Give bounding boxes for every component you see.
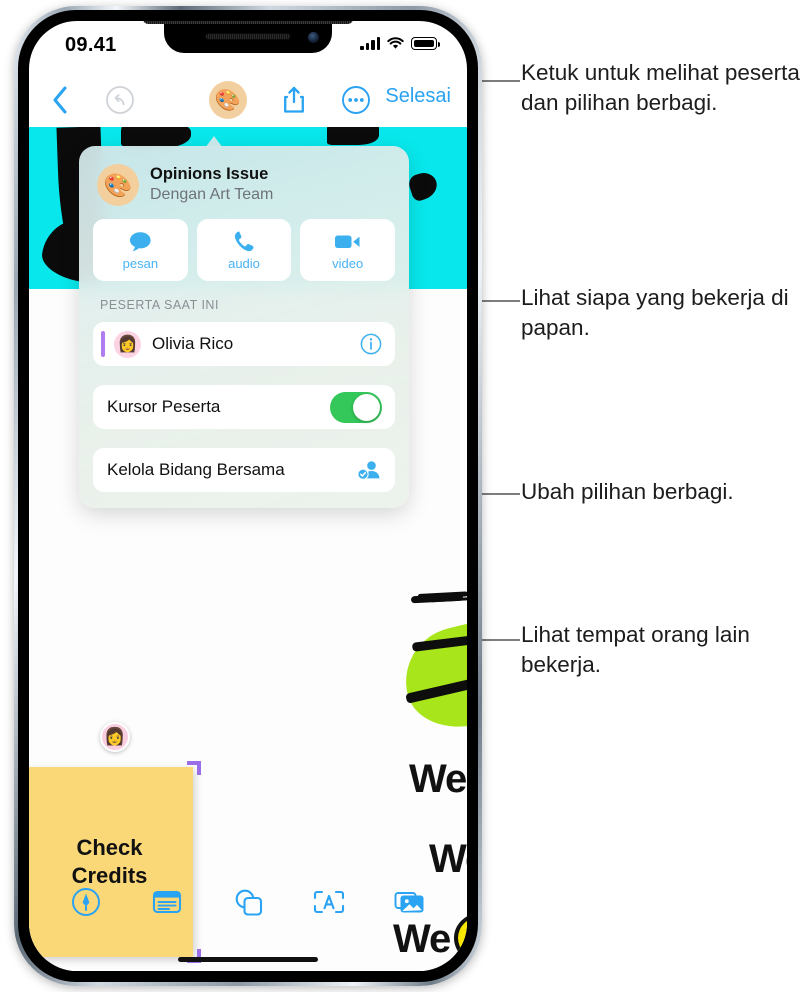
callout-text-1: Ketuk untuk melihat peserta dan pilihan … [521, 60, 800, 115]
phone-bezel: 09.41 🎨 Selesai We W We 👩 Check Credits … [18, 10, 478, 982]
front-camera-icon [308, 32, 319, 43]
ink-scribble [410, 593, 464, 604]
callout-text-3: Ubah pilihan berbagi. [521, 479, 734, 504]
whiteboard-canvas[interactable]: We We We 👩 Check Credits [29, 127, 467, 971]
status-indicators [360, 37, 441, 50]
wifi-icon [387, 37, 404, 49]
video-action-label: video [332, 256, 364, 271]
done-button[interactable]: Selesai [385, 85, 451, 108]
participant-cursors-label: Kursor Peserta [107, 397, 221, 416]
cellular-bars-icon [360, 37, 380, 50]
battery-full-icon [411, 37, 441, 50]
message-action-button[interactable]: pesan [93, 219, 188, 281]
shapes-tool[interactable] [228, 882, 268, 922]
artist-palette-avatar: 🎨 [214, 88, 242, 112]
popover-titles: Opinions Issue Dengan Art Team [150, 165, 273, 206]
selection-handle-top-right[interactable] [187, 761, 201, 775]
participant-avatar: 👩 [114, 330, 141, 358]
drawing-tools-toolbar [29, 875, 467, 929]
markup-pen-tool[interactable] [66, 882, 106, 922]
phone-screen: 09.41 🎨 Selesai We W We 👩 Check Credits … [29, 21, 467, 971]
back-button[interactable] [43, 83, 77, 117]
manage-shared-board-row[interactable]: Kelola Bidang Bersama [93, 448, 395, 492]
person-badge-check-icon[interactable] [356, 459, 382, 481]
artist-palette-avatar: 🎨 [103, 171, 133, 198]
memoji-avatar: 👩 [117, 336, 138, 353]
participant-row[interactable]: 👩 Olivia Rico [93, 322, 395, 366]
popover-header: 🎨 Opinions Issue Dengan Art Team [93, 160, 395, 206]
popover-avatar: 🎨 [97, 164, 139, 206]
green-highlighter-blob [394, 615, 467, 739]
more-options-button[interactable] [339, 83, 373, 117]
phone-device-frame: 09.41 🎨 Selesai We W We 👩 Check Credits … [14, 6, 482, 986]
message-bubble-icon [128, 229, 153, 253]
home-indicator[interactable] [178, 957, 318, 962]
participant-name: Olivia Rico [152, 334, 234, 353]
undo-button[interactable] [104, 84, 136, 116]
popover-action-row: pesan audio video [93, 219, 396, 281]
black-brush-stroke [327, 127, 379, 145]
popover-title: Opinions Issue [150, 164, 269, 183]
media-tool[interactable] [390, 882, 430, 922]
callout-text-4: Lihat tempat orang lain bekerja. [521, 622, 750, 677]
earpiece-grille-top [143, 21, 353, 24]
audio-action-button[interactable]: audio [196, 219, 292, 281]
status-time: 09.41 [65, 34, 117, 56]
popover-subtitle: Dengan Art Team [150, 186, 274, 204]
video-camera-icon [334, 229, 361, 253]
participant-cursors-toggle[interactable] [330, 391, 382, 423]
speaker-grille [205, 33, 291, 40]
audio-action-label: audio [228, 256, 260, 271]
phone-handset-icon [233, 229, 255, 253]
manage-shared-board-label: Kelola Bidang Bersama [107, 460, 285, 479]
info-circle-icon[interactable] [360, 333, 382, 355]
collaboration-avatar-button[interactable]: 🎨 [209, 81, 247, 119]
sticky-note-tool[interactable] [147, 882, 187, 922]
participant-cursor-avatar: 👩 [100, 722, 130, 752]
app-toolbar: 🎨 Selesai [29, 71, 467, 127]
callout-text-2: Lihat siapa yang bekerja di papan. [521, 285, 789, 340]
participant-color-bar [101, 331, 105, 357]
share-button[interactable] [277, 83, 311, 117]
message-action-label: pesan [122, 256, 159, 271]
participant-cursors-row[interactable]: Kursor Peserta [93, 385, 395, 429]
memoji-avatar: 👩 [104, 727, 126, 746]
text-box-tool[interactable] [309, 882, 349, 922]
video-action-button[interactable]: video [300, 219, 396, 281]
participants-section-label: PESERTA SAAT INI [100, 298, 219, 312]
collaboration-popover: 🎨 Opinions Issue Dengan Art Team pesan a… [79, 146, 409, 508]
canvas-text-object[interactable]: We [409, 757, 467, 802]
sticky-note-line-1: Check [76, 834, 143, 860]
